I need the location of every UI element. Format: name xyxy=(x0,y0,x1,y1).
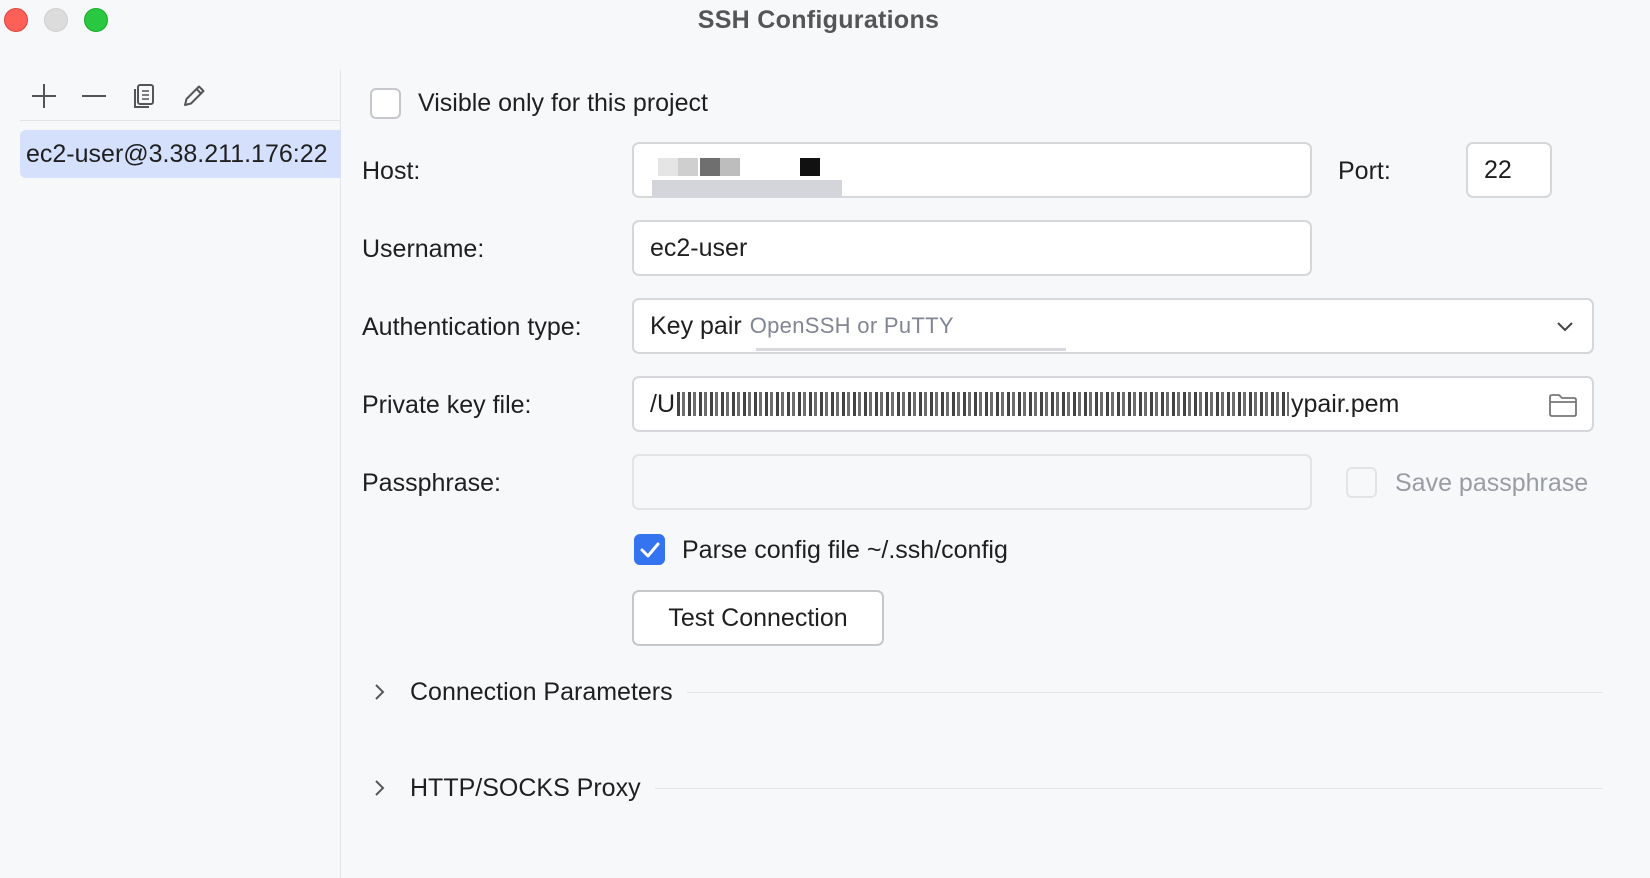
connection-parameters-section[interactable]: Connection Parameters xyxy=(372,674,1602,710)
title-bar: SSH Configurations xyxy=(0,0,1650,42)
plus-icon xyxy=(32,84,56,108)
redaction-block xyxy=(700,158,720,176)
redaction-block xyxy=(720,158,740,176)
username-label: Username: xyxy=(362,235,485,263)
section-title: Connection Parameters xyxy=(410,677,673,706)
connection-list-item[interactable]: ec2-user@3.38.211.176:22 xyxy=(20,130,341,178)
redacted-path xyxy=(677,392,1289,416)
auth-type-label: Authentication type: xyxy=(362,313,582,341)
minus-icon xyxy=(82,95,106,97)
host-input[interactable] xyxy=(632,142,1312,198)
passphrase-input[interactable] xyxy=(632,454,1312,510)
passphrase-label: Passphrase: xyxy=(362,469,501,497)
copy-connection-button[interactable] xyxy=(126,78,162,114)
edit-connection-button[interactable] xyxy=(176,78,212,114)
username-input[interactable]: ec2-user xyxy=(632,220,1312,276)
remove-connection-button[interactable] xyxy=(76,78,112,114)
visible-only-checkbox[interactable] xyxy=(370,88,401,119)
redaction-block xyxy=(678,158,698,176)
auth-type-hint: OpenSSH or PuTTY xyxy=(749,313,954,338)
visible-only-label: Visible only for this project xyxy=(418,89,708,117)
ssh-configurations-window: SSH Configurations ec2-user@3.38.211.176… xyxy=(0,0,1650,878)
window-title: SSH Configurations xyxy=(697,6,940,34)
port-input[interactable]: 22 xyxy=(1466,142,1552,198)
section-divider xyxy=(686,691,1602,693)
checkmark-icon xyxy=(640,542,659,557)
chevron-right-icon xyxy=(372,683,390,701)
save-passphrase-label: Save passphrase xyxy=(1395,469,1589,497)
parse-config-label: Parse config file ~/.ssh/config xyxy=(682,536,1008,564)
host-label: Host: xyxy=(362,157,421,185)
test-connection-button[interactable]: Test Connection xyxy=(632,590,884,646)
http-socks-proxy-section[interactable]: HTTP/SOCKS Proxy xyxy=(372,770,1602,806)
port-label: Port: xyxy=(1338,157,1391,185)
section-title: HTTP/SOCKS Proxy xyxy=(410,773,641,802)
connections-panel: ec2-user@3.38.211.176:22 xyxy=(0,70,341,878)
folder-icon[interactable] xyxy=(1548,392,1578,418)
save-passphrase-checkbox[interactable] xyxy=(1346,467,1377,498)
section-divider xyxy=(654,787,1602,789)
chevron-right-icon xyxy=(372,779,390,797)
redaction-block xyxy=(652,180,842,196)
connections-toolbar xyxy=(20,78,341,118)
toolbar-divider xyxy=(20,120,341,121)
redaction-block xyxy=(756,348,1066,351)
redaction-block xyxy=(800,158,820,176)
redaction-block xyxy=(658,158,678,176)
add-connection-button[interactable] xyxy=(26,78,62,114)
pencil-icon xyxy=(184,85,205,106)
parse-config-checkbox[interactable] xyxy=(634,534,665,565)
copy-icon xyxy=(134,84,154,108)
chevron-down-icon xyxy=(1557,322,1573,332)
private-key-input[interactable]: /U ypair.pem xyxy=(632,376,1594,432)
private-key-label: Private key file: xyxy=(362,391,532,419)
auth-type-select[interactable]: Key pair OpenSSH or PuTTY xyxy=(632,298,1594,354)
connection-label: ec2-user@3.38.211.176:22 xyxy=(26,140,328,168)
